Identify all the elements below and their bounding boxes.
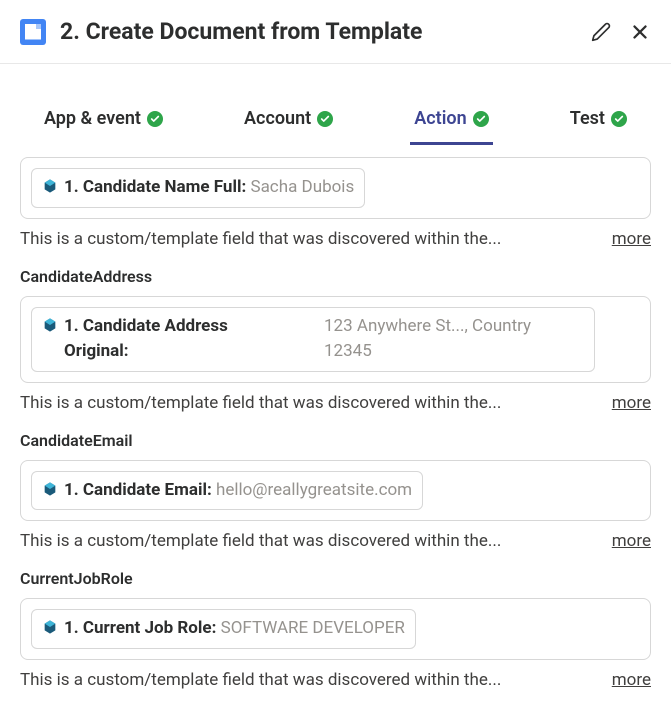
help-text: This is a custom/template field that was… bbox=[20, 670, 501, 690]
pill-value: SOFTWARE DEVELOPER bbox=[221, 618, 405, 638]
pill-value-line2: 12345 bbox=[324, 339, 584, 365]
step-title: 2. Create Document from Template bbox=[60, 18, 577, 45]
pill-value: hello@reallygreatsite.com bbox=[216, 480, 412, 500]
field-label: CandidateAddress bbox=[20, 267, 651, 286]
tab-account[interactable]: Account bbox=[240, 92, 337, 145]
check-circle-icon bbox=[611, 111, 627, 127]
form-content: 1. Candidate Name Full: Sacha Dubois Thi… bbox=[0, 145, 671, 690]
pill-label: 1. Candidate Name Full: bbox=[64, 177, 246, 197]
pill-value: Sacha Dubois bbox=[250, 177, 354, 197]
field-candidate-name: 1. Candidate Name Full: Sacha Dubois Thi… bbox=[20, 157, 651, 249]
more-link[interactable]: more bbox=[612, 229, 651, 249]
close-icon[interactable] bbox=[629, 21, 651, 43]
help-row: This is a custom/template field that was… bbox=[20, 531, 651, 551]
source-app-icon bbox=[42, 178, 58, 194]
tab-action[interactable]: Action bbox=[410, 92, 492, 145]
pill-label: 1. Current Job Role: bbox=[64, 618, 216, 638]
pill-label-line2: Original: bbox=[64, 339, 129, 365]
help-text: This is a custom/template field that was… bbox=[20, 229, 501, 249]
header-actions bbox=[591, 21, 651, 43]
help-row: This is a custom/template field that was… bbox=[20, 670, 651, 690]
check-circle-icon bbox=[473, 111, 489, 127]
pill-text: 1. Current Job Role: SOFTWARE DEVELOPER bbox=[64, 616, 405, 642]
field-current-job-role: CurrentJobRole 1. Current Job Role: SOFT… bbox=[20, 569, 651, 690]
google-docs-icon bbox=[20, 19, 46, 45]
tab-test[interactable]: Test bbox=[566, 92, 631, 145]
pill-text: 1. Candidate Address 123 Anywhere St...,… bbox=[64, 314, 584, 365]
tab-label: Account bbox=[244, 108, 311, 129]
source-app-icon bbox=[42, 481, 58, 497]
source-app-icon bbox=[42, 619, 58, 635]
tab-app-event[interactable]: App & event bbox=[40, 92, 167, 145]
pill-value-line1: 123 Anywhere St..., Country bbox=[324, 314, 584, 340]
field-input[interactable]: 1. Candidate Address 123 Anywhere St...,… bbox=[20, 296, 651, 383]
pill-text: 1. Candidate Email: hello@reallygreatsit… bbox=[64, 478, 412, 504]
field-label: CandidateEmail bbox=[20, 431, 651, 450]
field-input[interactable]: 1. Candidate Email: hello@reallygreatsit… bbox=[20, 460, 651, 522]
field-candidate-address: CandidateAddress 1. Candidate Address 12… bbox=[20, 267, 651, 413]
field-label: CurrentJobRole bbox=[20, 569, 651, 588]
edit-icon[interactable] bbox=[591, 22, 611, 42]
more-link[interactable]: more bbox=[612, 670, 651, 690]
mapped-value-pill[interactable]: 1. Candidate Name Full: Sacha Dubois bbox=[31, 168, 365, 208]
source-app-icon bbox=[42, 317, 58, 333]
field-candidate-email: CandidateEmail 1. Candidate Email: hello… bbox=[20, 431, 651, 552]
tab-label: Test bbox=[570, 108, 605, 129]
tab-label: Action bbox=[414, 108, 466, 129]
more-link[interactable]: more bbox=[612, 393, 651, 413]
help-row: This is a custom/template field that was… bbox=[20, 393, 651, 413]
help-text: This is a custom/template field that was… bbox=[20, 531, 501, 551]
tab-label: App & event bbox=[44, 108, 141, 129]
check-circle-icon bbox=[147, 111, 163, 127]
tab-bar: App & event Account Action Test bbox=[0, 92, 671, 145]
pill-label-line1: 1. Candidate Address bbox=[64, 314, 228, 340]
more-link[interactable]: more bbox=[612, 531, 651, 551]
pill-text: 1. Candidate Name Full: Sacha Dubois bbox=[64, 175, 354, 201]
check-circle-icon bbox=[317, 111, 333, 127]
mapped-value-pill[interactable]: 1. Candidate Email: hello@reallygreatsit… bbox=[31, 471, 423, 511]
help-row: This is a custom/template field that was… bbox=[20, 229, 651, 249]
field-input[interactable]: 1. Candidate Name Full: Sacha Dubois bbox=[20, 157, 651, 219]
mapped-value-pill[interactable]: 1. Candidate Address 123 Anywhere St...,… bbox=[31, 307, 595, 372]
pill-label: 1. Candidate Email: bbox=[64, 480, 212, 500]
help-text: This is a custom/template field that was… bbox=[20, 393, 501, 413]
mapped-value-pill[interactable]: 1. Current Job Role: SOFTWARE DEVELOPER bbox=[31, 609, 416, 649]
field-input[interactable]: 1. Current Job Role: SOFTWARE DEVELOPER bbox=[20, 598, 651, 660]
panel-header: 2. Create Document from Template bbox=[0, 0, 671, 64]
